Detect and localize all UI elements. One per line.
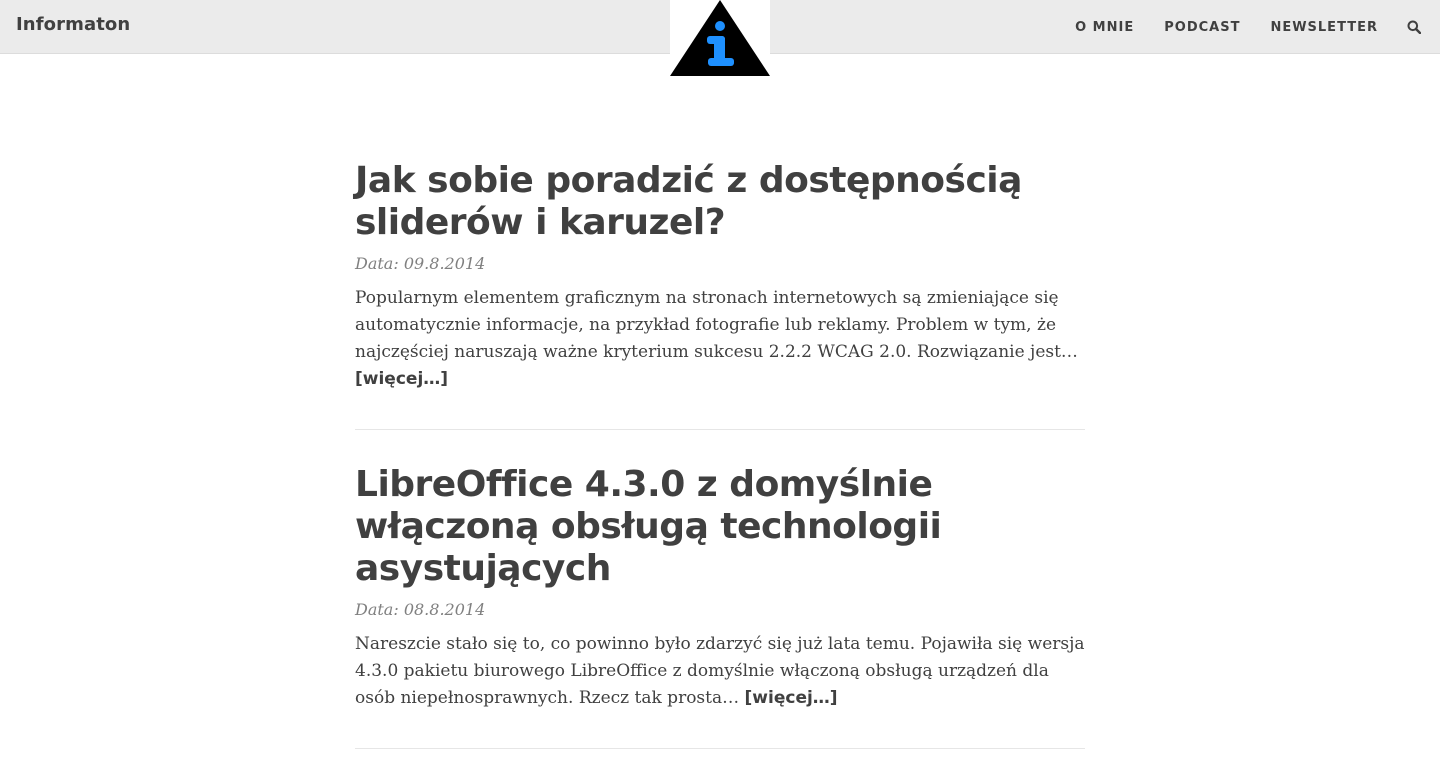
info-triangle-logo-icon xyxy=(670,0,770,76)
post-preview: LibreOffice 4.3.0 z domyślnie włączoną o… xyxy=(355,464,1085,749)
site-brand-link[interactable]: Informaton xyxy=(16,14,130,35)
post-excerpt-text: Nareszcie stało się to, co powinno było … xyxy=(355,634,1085,708)
post-preview: Jak sobie poradzić z dostępnością slider… xyxy=(355,160,1085,430)
nav-link-newsletter[interactable]: NEWSLETTER xyxy=(1270,20,1378,35)
post-excerpt: Popularnym elementem graficznym na stron… xyxy=(355,285,1085,393)
post-date: Data: 08.8.2014 xyxy=(355,600,486,619)
post-title-link[interactable]: Jak sobie poradzić z dostępnością slider… xyxy=(355,160,1085,244)
post-excerpt: Nareszcie stało się to, co powinno było … xyxy=(355,631,1085,712)
post-title-link[interactable]: LibreOffice 4.3.0 z domyślnie włączoną o… xyxy=(355,464,1085,590)
post-excerpt-text: Popularnym elementem graficznym na stron… xyxy=(355,288,1078,362)
post-list: Jak sobie poradzić z dostępnością slider… xyxy=(355,160,1085,783)
post-date: Data: 09.8.2014 xyxy=(355,254,486,273)
main-nav: O MNIE PODCAST NEWSLETTER xyxy=(1045,0,1440,54)
search-icon[interactable] xyxy=(1406,19,1422,35)
nav-link-podcast[interactable]: PODCAST xyxy=(1164,20,1240,35)
read-more-link[interactable]: [więcej…] xyxy=(355,369,448,389)
nav-link-o-mnie[interactable]: O MNIE xyxy=(1075,20,1134,35)
info-logo-link[interactable] xyxy=(670,0,770,76)
read-more-link[interactable]: [więcej…] xyxy=(745,688,838,708)
